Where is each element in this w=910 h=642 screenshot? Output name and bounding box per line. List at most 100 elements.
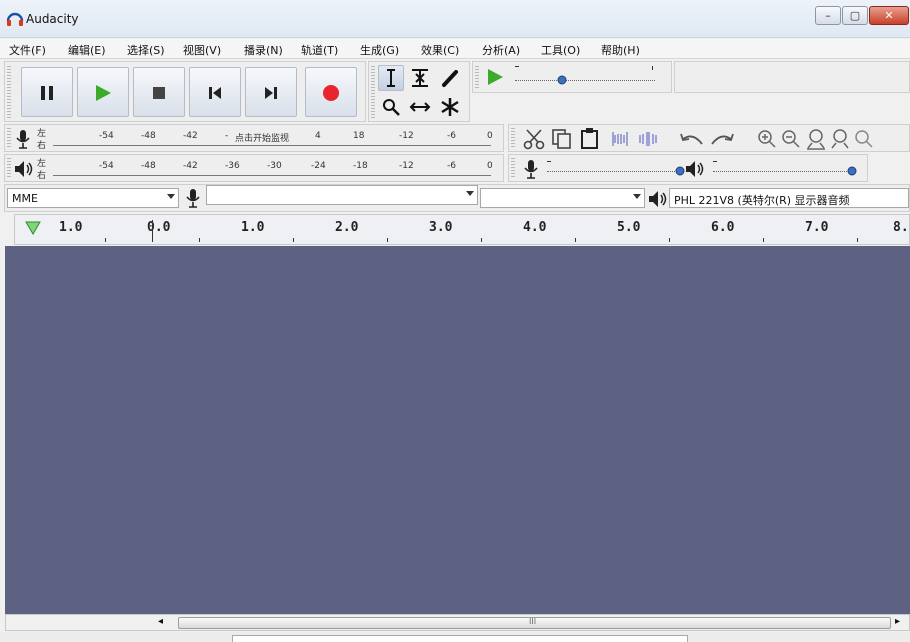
timeline-ruler[interactable]: 1.0 0.0 1.0 2.0 3.0 4.0 5.0 6.0 7.0 8. [14, 214, 910, 245]
playback-speed-slider[interactable] [513, 66, 661, 88]
pencil-icon [442, 70, 458, 87]
paste-icon[interactable] [579, 127, 601, 149]
menu-transport[interactable]: 播录(N) [244, 42, 283, 58]
ruler-label: 1.0 [241, 220, 265, 235]
multi-tool-button[interactable] [437, 94, 463, 120]
fit-selection-icon[interactable] [805, 128, 827, 150]
zoom-in-icon[interactable] [757, 129, 777, 149]
meter-tick: -6 [447, 131, 456, 141]
channel-right-label: 右 [37, 141, 47, 151]
microphone-icon [186, 189, 200, 208]
recording-level-meter[interactable]: -54 -48 -42 - 点击开始监视 4 18 -12 -6 0 [53, 127, 493, 149]
slider-thumb-icon[interactable] [675, 166, 685, 176]
speaker-icon [686, 161, 704, 177]
ruler-tick [575, 238, 576, 242]
stop-icon [153, 87, 165, 99]
copy-icon[interactable] [551, 128, 573, 150]
zoom-toggle-icon[interactable] [853, 128, 875, 150]
menu-tracks[interactable]: 轨道(T) [301, 42, 338, 58]
ruler-label: 8. [893, 220, 909, 235]
meter-tick: -54 [99, 161, 114, 171]
play-head-triangle-icon[interactable] [25, 221, 41, 235]
skip-to-end-icon [265, 87, 277, 99]
time-shift-tool-button[interactable] [407, 94, 433, 120]
ruler-label: 6.0 [711, 220, 735, 235]
playback-device-select[interactable]: PHL 221V8 (英特尔(R) 显示器音频 [669, 188, 909, 208]
toolbar-grip[interactable] [511, 128, 515, 148]
redo-icon[interactable] [709, 131, 735, 147]
zoom-tool-button[interactable] [378, 94, 404, 120]
record-button[interactable] [305, 67, 357, 117]
meter-tick: -48 [141, 161, 156, 171]
text-cursor-icon [387, 69, 395, 87]
magnifier-icon [383, 99, 400, 116]
ruler-label: 7.0 [805, 220, 829, 235]
close-button[interactable]: ✕ [869, 6, 909, 25]
zoom-out-icon[interactable] [781, 129, 801, 149]
menu-view[interactable]: 视图(V) [183, 42, 221, 58]
speaker-icon[interactable] [14, 160, 34, 178]
meter-tick: 4 [315, 131, 321, 141]
ruler-tick [199, 238, 200, 242]
recording-device-select[interactable] [206, 185, 478, 205]
fit-project-icon[interactable] [829, 128, 851, 150]
scrollbar-grip: III [529, 617, 537, 626]
toolbar-grip[interactable] [511, 158, 515, 178]
minimize-button[interactable]: – [815, 6, 841, 25]
menu-tools[interactable]: 工具(O) [541, 42, 580, 58]
pause-button[interactable] [21, 67, 73, 117]
menu-edit[interactable]: 编辑(E) [68, 42, 106, 58]
meter-tick: -6 [447, 161, 456, 171]
menu-analyze[interactable]: 分析(A) [482, 42, 520, 58]
play-button[interactable] [77, 67, 129, 117]
toolbar-grip[interactable] [7, 66, 11, 118]
meter-tick: -30 [267, 161, 282, 171]
envelope-tool-button[interactable] [407, 65, 433, 91]
track-panel[interactable] [5, 246, 910, 614]
menu-help[interactable]: 帮助(H) [601, 42, 640, 58]
ruler-zero-tick [152, 220, 153, 242]
meter-tick: -42 [183, 131, 198, 141]
scroll-right-icon[interactable]: ▸ [895, 616, 900, 627]
ruler-tick [387, 238, 388, 242]
silence-icon[interactable] [637, 130, 659, 148]
menu-effect[interactable]: 效果(C) [421, 42, 459, 58]
trim-icon[interactable] [609, 130, 631, 148]
scroll-left-icon[interactable]: ◂ [158, 616, 163, 627]
empty-toolbar-area [674, 61, 910, 93]
playback-level-meter[interactable]: -54 -48 -42 -36 -30 -24 -18 -12 -6 0 [53, 157, 493, 179]
menu-generate[interactable]: 生成(G) [360, 42, 399, 58]
toolbar-grip[interactable] [371, 66, 375, 118]
toolbar-grip[interactable] [7, 158, 11, 178]
audio-host-select[interactable]: MME [7, 188, 179, 208]
recording-channels-select[interactable] [480, 188, 645, 208]
microphone-icon[interactable] [15, 129, 31, 149]
menu-file[interactable]: 文件(F) [9, 42, 46, 58]
maximize-button[interactable]: ▢ [842, 6, 868, 25]
recording-volume-slider[interactable] [545, 159, 685, 179]
audacity-logo-icon [6, 12, 24, 26]
status-bar [0, 632, 910, 642]
playback-volume-slider[interactable] [711, 159, 861, 179]
slider-thumb-icon[interactable] [557, 75, 567, 85]
play-at-speed-toolbar [472, 61, 672, 93]
start-monitoring-hint[interactable]: 点击开始监视 [235, 131, 289, 144]
toolbar-grip[interactable] [7, 128, 11, 148]
draw-tool-button[interactable] [437, 65, 463, 91]
scrollbar-thumb[interactable]: III [178, 617, 891, 629]
skip-to-end-button[interactable] [245, 67, 297, 117]
meter-tick: -42 [183, 161, 198, 171]
meter-tick: 0 [487, 161, 493, 171]
meter-tick: -12 [399, 161, 414, 171]
toolbar-grip[interactable] [475, 66, 479, 90]
horizontal-scrollbar[interactable]: ◂ III ▸ [5, 614, 910, 631]
stop-button[interactable] [133, 67, 185, 117]
slider-thumb-icon[interactable] [847, 166, 857, 176]
play-at-speed-button[interactable] [483, 65, 507, 89]
cut-icon[interactable] [523, 128, 545, 150]
ruler-tick [763, 238, 764, 242]
selection-tool-button[interactable] [378, 65, 404, 91]
menu-select[interactable]: 选择(S) [127, 42, 165, 58]
undo-icon[interactable] [679, 131, 705, 147]
skip-to-start-button[interactable] [189, 67, 241, 117]
